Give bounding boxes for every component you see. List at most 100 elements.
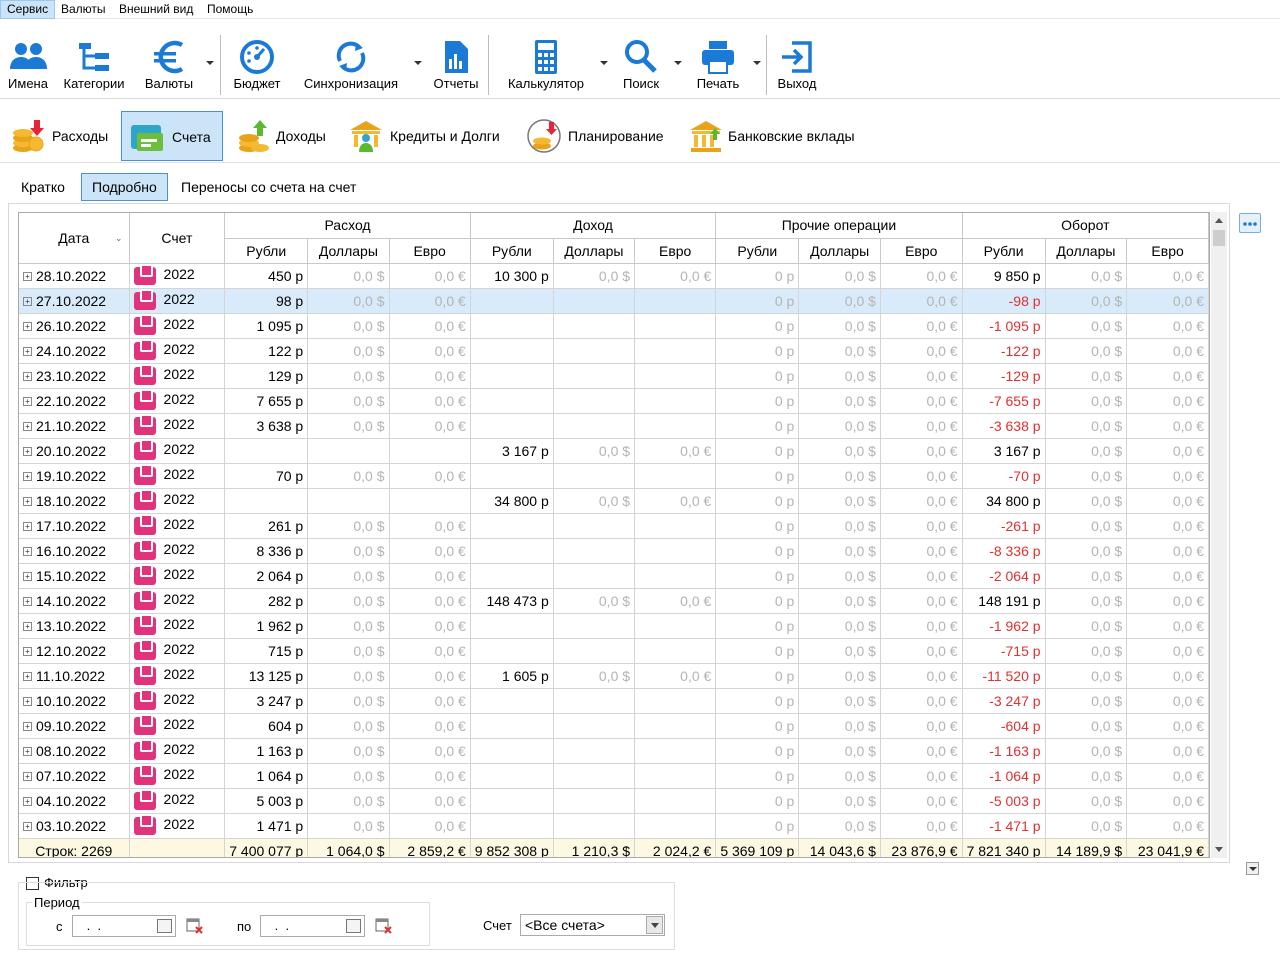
calculator-dropdown-arrow[interactable] [600, 61, 608, 65]
reports-button[interactable]: Отчеты [428, 33, 484, 97]
print-button[interactable]: Печать [688, 33, 748, 97]
subcolumn-header[interactable]: Евро [880, 238, 963, 264]
expand-row-icon[interactable]: + [23, 347, 32, 357]
expand-row-icon[interactable]: + [23, 297, 32, 307]
subcolumn-header[interactable]: Рубли [470, 238, 554, 264]
expand-row-icon[interactable]: + [23, 797, 32, 807]
table-row[interactable]: +13.10.2022 2022 1 962 р 0,0 $0,0 €0 р 0,0 $… [19, 613, 1209, 639]
section-credits[interactable]: Кредиты и Долги [338, 111, 514, 161]
currencies-button[interactable]: Валюты [140, 33, 198, 97]
date-from-input[interactable]: . . [72, 915, 176, 937]
table-row[interactable]: +28.10.2022 2022 450 р 0,0 $0,0 €10 300 р 0,… [19, 263, 1209, 289]
sync-dropdown-arrow[interactable] [414, 61, 422, 65]
table-row[interactable]: +15.10.2022 2022 2 064 р 0,0 $0,0 €0 р 0,0 $… [19, 563, 1209, 589]
expand-row-icon[interactable]: + [23, 822, 32, 832]
section-deposits[interactable]: Банковские вклады [678, 111, 874, 161]
expand-row-icon[interactable]: + [23, 422, 32, 432]
table-row[interactable]: +07.10.2022 2022 1 064 р 0,0 $0,0 €0 р 0,0 $… [19, 763, 1209, 789]
table-row[interactable]: +26.10.2022 2022 1 095 р 0,0 $0,0 €0 р 0,0 $… [19, 313, 1209, 339]
table-row[interactable]: +12.10.2022 2022 715 р 0,0 $0,0 €0 р 0,0 $0,… [19, 638, 1209, 664]
search-button[interactable]: Поиск [614, 33, 668, 97]
calculator-button[interactable]: Калькулятор [498, 33, 594, 97]
section-accounts[interactable]: Счета [121, 111, 223, 161]
expand-row-icon[interactable]: + [23, 522, 32, 532]
table-row[interactable]: +19.10.2022 2022 70 р 0,0 $0,0 €0 р 0,0 $0,0… [19, 463, 1209, 489]
sync-button[interactable]: Синхронизация [296, 33, 406, 97]
expand-row-icon[interactable]: + [23, 622, 32, 632]
subcolumn-header[interactable]: Евро [634, 238, 717, 264]
expand-row-icon[interactable]: + [23, 572, 32, 582]
tab-brief[interactable]: Кратко [11, 173, 75, 201]
table-row[interactable]: +10.10.2022 2022 3 247 р 0,0 $0,0 €0 р 0,0 $… [19, 688, 1209, 714]
budget-button[interactable]: Бюджет [228, 33, 286, 97]
expand-row-icon[interactable]: + [23, 672, 32, 682]
subcolumn-header[interactable]: Доллары [1045, 238, 1128, 264]
menu-currencies[interactable]: Валюты [55, 0, 112, 19]
date-to-input[interactable]: . . [260, 915, 365, 937]
calendar-icon[interactable] [157, 919, 172, 933]
menu-appearance[interactable]: Внешний вид [113, 0, 199, 19]
subcolumn-header[interactable]: Евро [1126, 238, 1209, 264]
expand-row-icon[interactable]: + [23, 772, 32, 782]
expand-row-icon[interactable]: + [23, 722, 32, 732]
expand-row-icon[interactable]: + [23, 372, 32, 382]
clear-date-to-icon[interactable] [375, 917, 393, 935]
expand-row-icon[interactable]: + [23, 447, 32, 457]
subcolumn-header[interactable]: Доллары [798, 238, 881, 264]
subcolumn-header[interactable]: Рубли [715, 238, 800, 264]
expand-row-icon[interactable]: + [23, 697, 32, 707]
table-row[interactable]: +16.10.2022 2022 8 336 р 0,0 $0,0 €0 р 0,0 $… [19, 538, 1209, 564]
expand-row-icon[interactable]: + [23, 747, 32, 757]
table-row[interactable]: +23.10.2022 2022 129 р 0,0 $0,0 €0 р 0,0 $0,… [19, 363, 1209, 389]
calendar-icon[interactable] [346, 919, 361, 933]
scroll-down-arrow[interactable] [1215, 847, 1223, 852]
expand-row-icon[interactable]: + [23, 497, 32, 507]
expand-row-icon[interactable]: + [23, 397, 32, 407]
search-dropdown-arrow[interactable] [674, 61, 682, 65]
exit-button[interactable]: Выход [774, 33, 820, 97]
more-options-button[interactable] [1239, 213, 1261, 233]
categories-button[interactable]: Категории [58, 33, 130, 97]
table-row[interactable]: +21.10.2022 2022 3 638 р 0,0 $0,0 €0 р 0,0 $… [19, 413, 1209, 439]
clear-date-from-icon[interactable] [186, 917, 204, 935]
section-planning[interactable]: Планирование [516, 111, 676, 161]
expand-row-icon[interactable]: + [23, 272, 32, 282]
currencies-dropdown-arrow[interactable] [206, 61, 214, 65]
names-button[interactable]: Имена [2, 33, 54, 97]
table-row[interactable]: +18.10.2022 2022 34 800 р 0,0 $0,0 €0 р 0,0 … [19, 488, 1209, 514]
sort-chevron-icon[interactable]: ⌄ [115, 233, 123, 244]
tab-detailed[interactable]: Подробно [81, 173, 168, 201]
table-row[interactable]: +04.10.2022 2022 5 003 р 0,0 $0,0 €0 р 0,0 $… [19, 788, 1209, 814]
table-row[interactable]: +03.10.2022 2022 1 471 р 0,0 $0,0 €0 р 0,0 $… [19, 813, 1209, 839]
table-row[interactable]: +09.10.2022 2022 604 р 0,0 $0,0 €0 р 0,0 $0,… [19, 713, 1209, 739]
account-select[interactable]: <Все счета> [520, 914, 665, 936]
subcolumn-header[interactable]: Доллары [307, 238, 390, 264]
vertical-scrollbar[interactable] [1211, 212, 1227, 858]
menu-help[interactable]: Помощь [201, 0, 259, 19]
table-row[interactable]: +24.10.2022 2022 122 р 0,0 $0,0 €0 р 0,0 $0,… [19, 338, 1209, 364]
table-row[interactable]: +27.10.2022 2022 98 р 0,0 $0,0 €0 р 0,0 $0,0… [19, 288, 1209, 314]
expand-row-icon[interactable]: + [23, 472, 32, 482]
section-expenses[interactable]: Расходы [0, 111, 118, 161]
expand-row-icon[interactable]: + [23, 647, 32, 657]
print-dropdown-arrow[interactable] [753, 61, 761, 65]
column-header-account[interactable]: Счет [129, 213, 226, 264]
table-row[interactable]: +11.10.2022 2022 13 125 р 0,0 $0,0 €1 605 р… [19, 663, 1209, 689]
select-dropdown-button[interactable] [646, 916, 663, 934]
expand-row-icon[interactable]: + [23, 547, 32, 557]
subcolumn-header[interactable]: Доллары [553, 238, 636, 264]
expand-panel-button[interactable] [1246, 862, 1259, 875]
subcolumn-header[interactable]: Евро [389, 238, 471, 264]
scroll-up-arrow[interactable] [1215, 218, 1223, 223]
tab-transfers[interactable]: Переносы со счета на счет [171, 173, 366, 201]
accounts-grid[interactable]: Дата ⌄ Счет Расход Доход Прочие операции… [18, 212, 1210, 858]
menu-service[interactable]: Сервис [0, 0, 56, 19]
subcolumn-header[interactable]: Рубли [224, 238, 309, 264]
table-row[interactable]: +17.10.2022 2022 261 р 0,0 $0,0 €0 р 0,0 $0,… [19, 513, 1209, 539]
expand-row-icon[interactable]: + [23, 597, 32, 607]
section-income[interactable]: Доходы [226, 111, 336, 161]
table-row[interactable]: +14.10.2022 2022 282 р 0,0 $0,0 €148 473 р0… [19, 588, 1209, 614]
table-row[interactable]: +08.10.2022 2022 1 163 р 0,0 $0,0 €0 р 0,0 $… [19, 738, 1209, 764]
scroll-thumb[interactable] [1213, 230, 1225, 246]
column-header-date[interactable]: Дата ⌄ [19, 213, 130, 264]
